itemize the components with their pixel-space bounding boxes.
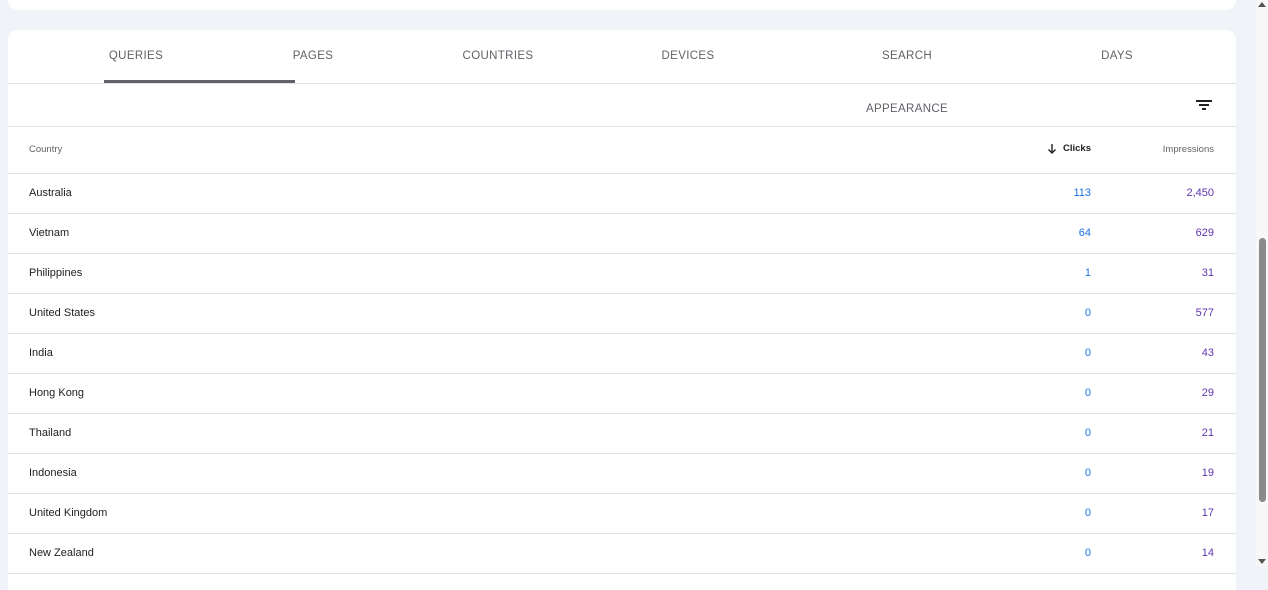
cell-country: United Kingdom [29,507,108,519]
cell-country: Philippines [29,267,83,279]
table-row[interactable]: New Zealand 0 14 [8,534,1236,574]
table-row[interactable]: Philippines 1 31 [8,254,1236,294]
tab-pages[interactable]: PAGES [288,30,338,83]
cell-country: Indonesia [29,467,77,479]
cell-impressions: 21 [1201,427,1214,439]
cell-country: Vietnam [29,227,70,239]
table-row[interactable]: Thailand 0 21 [8,414,1236,454]
cell-impressions: 14 [1201,547,1214,559]
cell-impressions: 43 [1201,347,1214,359]
cell-impressions: 2,450 [1186,187,1214,199]
column-header-country[interactable]: Country [29,144,62,155]
tab-days[interactable]: DAYS [1098,30,1136,83]
table-row[interactable]: Vietnam 64 629 [8,214,1236,254]
column-header-impressions[interactable]: Impressions [1163,144,1214,155]
cell-clicks: 1 [1084,267,1091,279]
active-tab-indicator [104,80,295,83]
scroll-down-icon[interactable] [1258,559,1266,564]
cell-country: New Zealand [29,547,94,559]
cell-clicks: 0 [1084,547,1091,559]
cell-clicks: 0 [1084,387,1091,399]
column-header-clicks[interactable]: Clicks [1047,143,1091,154]
page-scrollbar[interactable] [1256,0,1268,566]
filter-icon[interactable] [1194,95,1214,115]
table-row[interactable]: Indonesia 0 19 [8,454,1236,494]
cell-clicks: 113 [1073,187,1091,199]
table-row[interactable]: Australia 113 2,450 [8,174,1236,214]
cell-impressions: 577 [1195,307,1214,319]
scroll-up-icon[interactable] [1258,2,1266,7]
cell-clicks: 0 [1084,427,1091,439]
report-card: QUERIES PAGES COUNTRIES DEVICES SEARCH A… [8,30,1236,590]
tab-devices[interactable]: DEVICES [660,30,716,83]
filter-bar [8,84,1236,127]
tab-search-appearance[interactable]: SEARCH APPEARANCE [842,30,972,115]
table-row[interactable]: Hong Kong 0 29 [8,374,1236,414]
tab-bar: QUERIES PAGES COUNTRIES DEVICES SEARCH A… [8,30,1236,115]
tab-queries[interactable]: QUERIES [104,30,168,83]
cell-clicks: 0 [1084,347,1091,359]
cell-impressions: 31 [1201,267,1214,279]
cell-clicks: 64 [1078,227,1091,239]
cell-country: Australia [29,187,72,199]
previous-card [8,0,1236,10]
cell-country: Hong Kong [29,387,85,399]
column-header-clicks-label: Clicks [1063,143,1091,154]
cell-country: United States [29,307,96,319]
cell-clicks: 0 [1084,307,1091,319]
cell-impressions: 629 [1195,227,1214,239]
arrow-down-icon [1048,144,1056,154]
table-row[interactable]: United Kingdom 0 17 [8,494,1236,534]
table-body: Australia 113 2,450 Vietnam 64 629 Phili… [8,174,1236,574]
table-header: Country Clicks Impressions [8,127,1236,174]
cell-clicks: 0 [1084,467,1091,479]
cell-country: India [29,347,53,359]
tab-countries[interactable]: COUNTRIES [462,30,534,83]
cell-impressions: 19 [1201,467,1214,479]
cell-impressions: 17 [1201,507,1214,519]
scroll-thumb[interactable] [1259,238,1266,502]
cell-impressions: 29 [1201,387,1214,399]
table-row[interactable]: India 0 43 [8,334,1236,374]
cell-country: Thailand [29,427,72,439]
cell-clicks: 0 [1084,507,1091,519]
table-row[interactable]: United States 0 577 [8,294,1236,334]
